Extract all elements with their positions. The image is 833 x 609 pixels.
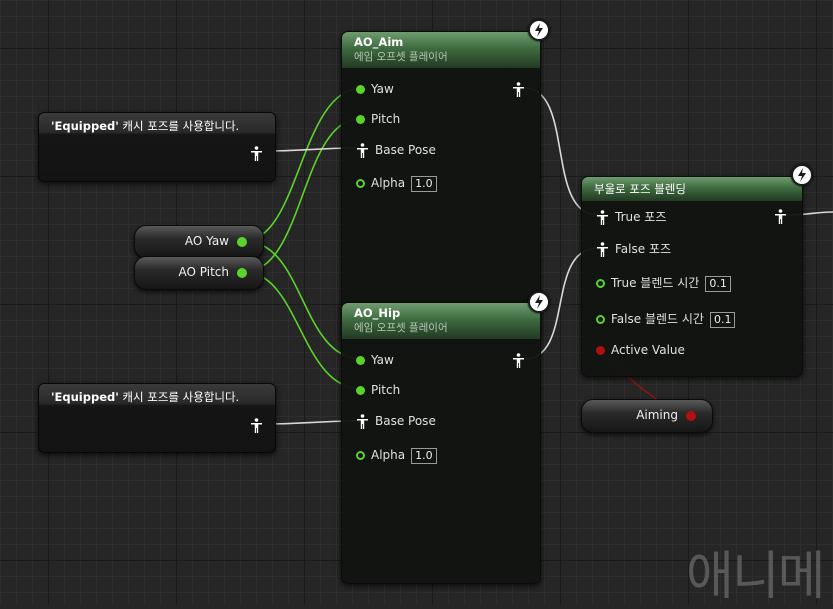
pin-circle-icon [356,356,365,365]
alpha-input-pin[interactable]: Alpha 1.0 [356,175,437,192]
pin-label: Base Pose [375,143,436,157]
cache-pose-node-bottom[interactable]: 'Equipped' 캐시 포즈를 사용합니다. [38,383,276,453]
blend-poses-by-bool-node[interactable]: 부울로 포즈 블렌딩 True 포즈 False 포즈 True 블렌드 시간 0… [581,176,803,377]
pin-label: Yaw [371,82,394,96]
pin-circle-icon [596,279,605,288]
pin-label: False 블렌드 시간 [611,312,704,326]
pitch-input-pin[interactable]: Pitch [356,382,400,398]
float-output-pin[interactable] [237,268,247,278]
false-blend-time-pin[interactable]: False 블렌드 시간 0.1 [596,311,736,328]
false-pose-input-pin[interactable]: False 포즈 [596,241,671,257]
pin-circle-icon [596,315,605,324]
alpha-value-field[interactable]: 1.0 [411,175,437,192]
pose-icon [357,143,368,158]
alpha-input-pin[interactable]: Alpha 1.0 [356,447,437,464]
node-header: AO_Aim 에임 오프셋 플레이어 [342,32,540,68]
pose-output-icon[interactable] [250,418,263,433]
pin-label: False 포즈 [615,242,672,256]
fast-path-lightning-icon [791,164,813,186]
pin-circle-icon [356,179,365,188]
pin-label: Pitch [371,112,401,126]
pin-circle-icon [356,451,365,460]
pin-label: True 블렌드 시간 [611,276,700,290]
cache-pose-title: 'Equipped' 캐시 포즈를 사용합니다. [51,119,240,133]
pose-icon [357,414,368,429]
pose-icon [597,242,608,257]
node-header: AO_Hip 에임 오프셋 플레이어 [342,303,540,339]
pin-circle-icon [356,386,365,395]
pose-output-icon[interactable] [250,146,263,161]
fast-path-lightning-icon [528,19,550,41]
true-blend-time-field[interactable]: 0.1 [705,275,731,292]
pin-circle-icon [596,346,605,355]
pose-output-icon[interactable] [512,82,525,97]
ao-aim-node[interactable]: AO_Aim 에임 오프셋 플레이어 Yaw Pitch Base Pose A… [341,31,541,342]
base-pose-input-pin[interactable]: Base Pose [356,413,436,429]
node-subtitle: 에임 오프셋 플레이어 [354,322,448,334]
variable-label: AO Pitch [178,265,229,279]
yaw-input-pin[interactable]: Yaw [356,81,394,97]
pin-label: True 포즈 [615,210,667,224]
pin-label: Active Value [611,343,685,357]
node-title: AO_Aim [354,35,404,49]
cache-pose-title: 'Equipped' 캐시 포즈를 사용합니다. [51,390,240,404]
pose-output-icon[interactable] [774,209,787,224]
node-title: 부울로 포즈 블렌딩 [594,182,686,196]
false-blend-time-field[interactable]: 0.1 [709,311,736,328]
yaw-input-pin[interactable]: Yaw [356,352,394,368]
variable-node-aiming[interactable]: Aiming [581,399,713,433]
base-pose-input-pin[interactable]: Base Pose [356,142,436,158]
float-output-pin[interactable] [237,237,247,247]
fast-path-lightning-icon [528,291,550,313]
pin-circle-icon [356,115,365,124]
true-pose-input-pin[interactable]: True 포즈 [596,209,666,225]
true-blend-time-pin[interactable]: True 블렌드 시간 0.1 [596,275,731,292]
variable-label: Aiming [636,408,678,422]
alpha-value-field[interactable]: 1.0 [411,447,437,464]
cache-pose-node-top[interactable]: 'Equipped' 캐시 포즈를 사용합니다. [38,112,276,182]
bool-output-pin[interactable] [686,411,696,421]
pin-label: Pitch [371,383,401,397]
node-subtitle: 에임 오프셋 플레이어 [354,51,448,63]
node-title: AO_Hip [354,306,401,320]
variable-node-ao-yaw[interactable]: AO Yaw [134,225,264,259]
ao-hip-node[interactable]: AO_Hip 에임 오프셋 플레이어 Yaw Pitch Base Pose A… [341,302,541,584]
pose-icon [597,210,608,225]
variable-label: AO Yaw [184,234,229,248]
pin-circle-icon [356,85,365,94]
pitch-input-pin[interactable]: Pitch [356,111,400,127]
pose-output-icon[interactable] [512,353,525,368]
variable-node-ao-pitch[interactable]: AO Pitch [134,256,264,290]
pin-label: Base Pose [375,414,436,428]
pin-label: Alpha [371,448,406,462]
pin-label: Alpha [371,176,406,190]
active-value-pin[interactable]: Active Value [596,342,685,358]
pin-label: Yaw [371,353,394,367]
graph-type-watermark: 애니메 [686,547,826,607]
node-header: 부울로 포즈 블렌딩 [582,177,802,201]
